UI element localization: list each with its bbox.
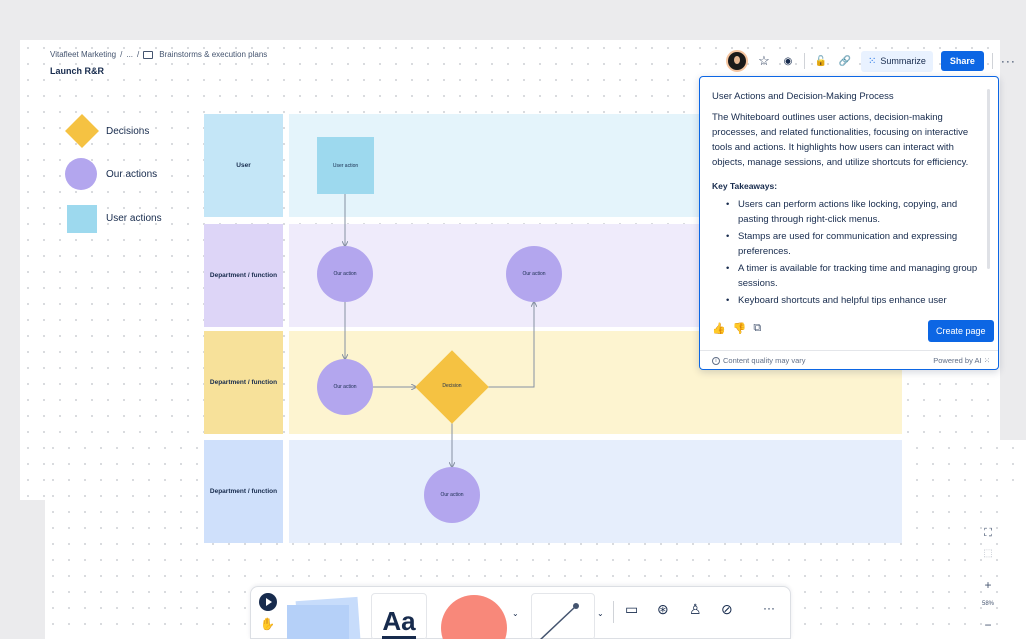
- our-action-node[interactable]: Our action: [506, 246, 562, 302]
- toolbar-divider: [613, 601, 614, 623]
- eye-icon[interactable]: ◉: [780, 56, 796, 67]
- line-tool[interactable]: [531, 593, 595, 639]
- creation-toolbar: ✋ Aa ⌄ ⌄ ▭ ⊛ ♙ ⊘ ···: [250, 586, 791, 639]
- breadcrumb-space[interactable]: Vitafleet Marketing: [50, 50, 116, 59]
- quality-note-text: Content quality may vary: [723, 356, 806, 365]
- key-takeaways-heading: Key Takeaways:: [712, 181, 778, 191]
- link-icon[interactable]: 🔗: [837, 56, 853, 67]
- text-tool-label: Aa: [382, 606, 416, 639]
- breadcrumb-separator: /: [137, 50, 140, 59]
- sparkle-icon: ⁙: [868, 55, 877, 67]
- legend-our-actions-label[interactable]: Our actions: [106, 169, 157, 180]
- frame-icon[interactable]: ▭: [625, 601, 638, 618]
- list-item: Keyboard shortcuts and helpful tips enha…: [726, 293, 986, 308]
- swimlane-label[interactable]: User: [204, 114, 283, 217]
- decision-node-label: Decision: [442, 383, 462, 389]
- chevron-down-icon[interactable]: ⌄: [597, 609, 604, 618]
- fit-to-screen-icon[interactable]: ⛶: [978, 527, 998, 540]
- chevron-down-icon[interactable]: ⌄: [512, 609, 519, 618]
- breadcrumb-ellipsis[interactable]: ...: [126, 50, 133, 59]
- sticky-note-tool[interactable]: [287, 596, 365, 639]
- star-icon[interactable]: ☆: [756, 53, 772, 69]
- zoom-level: 58%: [981, 601, 994, 607]
- text-tool[interactable]: Aa: [371, 593, 427, 639]
- shape-tool[interactable]: [441, 595, 507, 639]
- swimlane-label[interactable]: Department / function: [204, 331, 283, 434]
- sparkle-icon: ⁙: [983, 356, 990, 365]
- copy-icon[interactable]: ⧉: [753, 322, 761, 335]
- legend-decisions-label[interactable]: Decisions: [106, 126, 149, 137]
- key-takeaways-list: Users can perform actions like locking, …: [726, 197, 986, 310]
- powered-by-text: Powered by AI: [933, 356, 982, 365]
- link-icon[interactable]: ⊘: [721, 601, 733, 618]
- thumbs-down-icon[interactable]: 👎: [733, 322, 747, 335]
- app-frame-left: [0, 40, 20, 440]
- play-icon[interactable]: [259, 593, 277, 611]
- smart-link-icon[interactable]: ⊛: [657, 601, 669, 618]
- more-tools-icon[interactable]: ···: [763, 601, 775, 615]
- summary-title: User Actions and Decision-Making Process: [712, 91, 894, 102]
- node-label: Our action: [333, 384, 357, 390]
- quality-note: i Content quality may vary: [712, 356, 806, 365]
- node-label: Our action: [440, 492, 464, 498]
- canvas-right-strip: [1000, 490, 1026, 639]
- our-action-node[interactable]: Our action: [317, 246, 373, 302]
- sticky-note-shape: [287, 605, 349, 639]
- toolbar-divider: [991, 53, 993, 69]
- line-icon: [539, 603, 579, 639]
- summary-text: The Whiteboard outlines user actions, de…: [712, 112, 969, 168]
- panel-divider: [700, 350, 998, 351]
- swimlane-label[interactable]: Department / function: [204, 224, 283, 327]
- summarize-button[interactable]: ⁙ Summarize: [861, 50, 933, 72]
- stamp-icon[interactable]: ♙: [689, 601, 702, 618]
- legend-square-shape[interactable]: [67, 205, 97, 233]
- minimap-icon[interactable]: ⬚: [978, 548, 998, 559]
- lock-icon[interactable]: 🔓: [813, 56, 829, 67]
- powered-by-ai: Powered by AI ⁙: [933, 356, 990, 365]
- our-action-node[interactable]: Our action: [424, 467, 480, 523]
- page-title: Launch R&R: [50, 66, 104, 76]
- share-button[interactable]: Share: [940, 51, 984, 71]
- swimlane-label[interactable]: Department / function: [204, 440, 283, 543]
- legend-circle-shape[interactable]: [65, 158, 97, 190]
- list-item: Users can perform actions like locking, …: [726, 197, 986, 227]
- info-icon: i: [712, 356, 720, 365]
- user-action-node[interactable]: User action: [317, 137, 374, 194]
- ai-summary-panel: User Actions and Decision-Making Process…: [699, 76, 999, 370]
- summarize-label: Summarize: [880, 56, 926, 66]
- breadcrumb: Vitafleet Marketing / ... / Brainstorms …: [50, 50, 267, 59]
- list-item: Stamps are used for communication and ex…: [726, 229, 986, 259]
- feedback-actions: 👍 👎 ⧉: [712, 322, 761, 335]
- zoom-in-button[interactable]: +: [978, 578, 998, 592]
- toolbar-divider: [804, 53, 805, 69]
- more-options-icon[interactable]: ···: [1001, 54, 1016, 68]
- app-frame-top: [0, 0, 1026, 40]
- node-label: Our action: [333, 271, 357, 277]
- thumbs-up-icon[interactable]: 👍: [712, 322, 726, 335]
- node-label: Our action: [522, 271, 546, 277]
- hand-icon[interactable]: ✋: [260, 617, 275, 631]
- breadcrumb-separator: /: [120, 50, 123, 59]
- top-toolbar: ☆ ◉ 🔓 🔗 ⁙ Summarize Share ···: [726, 48, 1016, 74]
- our-action-node[interactable]: Our action: [317, 359, 373, 415]
- node-label: User action: [332, 162, 359, 169]
- panel-scrollbar[interactable]: [987, 89, 990, 269]
- legend-user-actions-label[interactable]: User actions: [106, 213, 162, 224]
- breadcrumb-folder[interactable]: Brainstorms & execution plans: [159, 50, 267, 59]
- list-item: A timer is available for tracking time a…: [726, 261, 986, 291]
- zoom-out-button[interactable]: −: [978, 618, 998, 632]
- folder-icon: [143, 50, 154, 59]
- create-page-button[interactable]: Create page: [928, 320, 994, 342]
- swimlane-body[interactable]: [289, 440, 902, 543]
- avatar[interactable]: [726, 50, 748, 72]
